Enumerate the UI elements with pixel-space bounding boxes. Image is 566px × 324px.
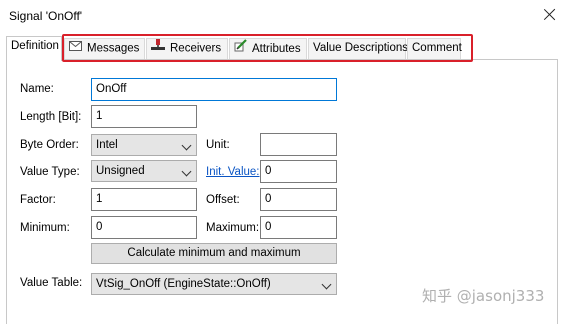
unit-input[interactable] (260, 133, 337, 156)
tab-comment-label: Comment (412, 42, 462, 54)
offset-value: 0 (265, 193, 272, 205)
chevron-down-icon (321, 279, 332, 290)
maximum-value: 0 (265, 221, 272, 233)
value-type-value: Unsigned (96, 165, 145, 177)
tab-value-descriptions-label: Value Descriptions (313, 42, 409, 54)
minimum-label: Minimum: (20, 222, 70, 234)
calculate-min-max-button[interactable]: Calculate minimum and maximum (91, 243, 337, 264)
tab-receivers[interactable]: Receivers (146, 38, 228, 59)
minimum-input[interactable]: 0 (91, 216, 197, 239)
envelope-icon (69, 39, 82, 58)
length-input[interactable]: 1 (91, 105, 197, 128)
tab-definition-label: Definition (11, 40, 59, 52)
tab-comment[interactable]: Comment (407, 38, 462, 59)
offset-input[interactable]: 0 (260, 188, 337, 211)
init-value-value: 0 (265, 165, 272, 177)
watermark: 知乎 @jasonj333 (422, 287, 545, 305)
pencil-attributes-icon (234, 39, 247, 59)
tab-value-descriptions[interactable]: Value Descriptions (308, 38, 409, 59)
value-table-select[interactable]: VtSig_OnOff (EngineState::OnOff) (91, 273, 337, 295)
byte-order-select[interactable]: Intel (91, 134, 197, 156)
tab-messages-label: Messages (87, 42, 140, 55)
value-table-value: VtSig_OnOff (EngineState::OnOff) (96, 278, 271, 290)
init-value-input[interactable]: 0 (260, 160, 337, 183)
tab-attributes-label: Attributes (252, 43, 301, 56)
signal-dialog: Signal 'OnOff' Definition Messages Recei… (0, 0, 566, 324)
value-type-label: Value Type: (20, 166, 80, 178)
maximum-input[interactable]: 0 (260, 216, 337, 239)
byte-order-value: Intel (96, 139, 118, 151)
length-label: Length [Bit]: (20, 111, 82, 123)
tab-definition[interactable]: Definition (6, 36, 62, 61)
value-type-select[interactable]: Unsigned (91, 160, 197, 182)
maximum-label: Maximum: (206, 222, 260, 234)
byte-order-label: Byte Order: (20, 139, 79, 151)
window-title: Signal 'OnOff' (9, 9, 83, 23)
factor-label: Factor: (20, 194, 56, 206)
chevron-down-icon (181, 140, 192, 151)
tab-strip: Definition Messages Receivers Attributes… (6, 36, 566, 61)
close-icon[interactable] (541, 6, 559, 24)
init-value-link[interactable]: Init. Value: (206, 166, 260, 178)
length-value: 1 (96, 110, 103, 122)
unit-label: Unit: (206, 139, 230, 151)
tab-attributes[interactable]: Attributes (229, 38, 307, 59)
minimum-value: 0 (96, 221, 103, 233)
chevron-down-icon (181, 166, 192, 177)
name-input[interactable]: OnOff (91, 78, 337, 101)
tab-messages[interactable]: Messages (64, 38, 145, 59)
value-table-label: Value Table: (20, 277, 83, 289)
title-bar: Signal 'OnOff' (0, 0, 566, 32)
factor-input[interactable]: 1 (91, 188, 197, 211)
factor-value: 1 (96, 193, 103, 205)
name-value: OnOff (96, 83, 127, 95)
tab-receivers-label: Receivers (170, 42, 222, 55)
name-label: Name: (20, 83, 54, 95)
offset-label: Offset: (206, 194, 240, 206)
receiver-node-icon (151, 39, 165, 58)
